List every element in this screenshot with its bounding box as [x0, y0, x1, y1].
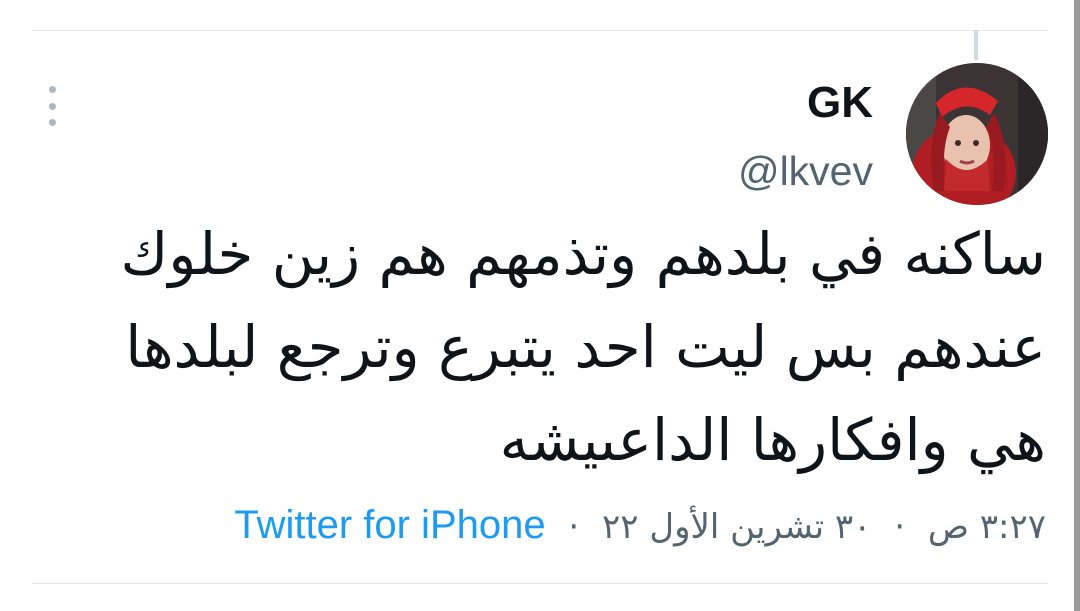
tweet-time[interactable]: ٣:٢٧ ص: [928, 507, 1046, 547]
tweet-date[interactable]: ٣٠ تشرين الأول ٢٢: [602, 507, 871, 547]
meta-separator: ·: [568, 507, 580, 547]
author-display-name[interactable]: GK: [807, 78, 873, 128]
vertical-dots-icon-dot: [48, 119, 56, 126]
vertical-dots-icon-dot: [48, 102, 56, 110]
tweet-text-line: عندهم بس ليت احد يتبرع وترجع لبلدها: [125, 313, 1046, 381]
tweet-source-link[interactable]: Twitter for iPhone: [234, 503, 545, 547]
avatar[interactable]: [906, 63, 1048, 205]
bottom-divider: [32, 583, 1048, 584]
tweet-detail-screen: GK @lkvev ساكنه في بلدهم وتذمهم هم زين خ…: [0, 0, 1080, 611]
tweet-text-line: هي وافكارها الداعىيشه: [499, 406, 1046, 474]
more-options-button[interactable]: [40, 86, 64, 126]
tweet-text: ساكنه في بلدهم وتذمهم هم زين خلوك عندهم …: [106, 208, 1046, 487]
vertical-dots-icon: [48, 86, 56, 93]
tweet-text-line: ساكنه في بلدهم وتذمهم هم زين خلوك: [120, 220, 1046, 288]
profile-photo-avatar: [906, 63, 1048, 205]
tweet-metadata: ٣:٢٧ ص · ٣٠ تشرين الأول ٢٢ · Twitter for…: [234, 500, 1046, 552]
top-divider: [32, 30, 1048, 31]
meta-separator: ·: [894, 507, 906, 547]
thread-connector-line: [974, 30, 978, 60]
scroll-edge: [1074, 0, 1080, 611]
author-handle[interactable]: @lkvev: [738, 148, 873, 194]
